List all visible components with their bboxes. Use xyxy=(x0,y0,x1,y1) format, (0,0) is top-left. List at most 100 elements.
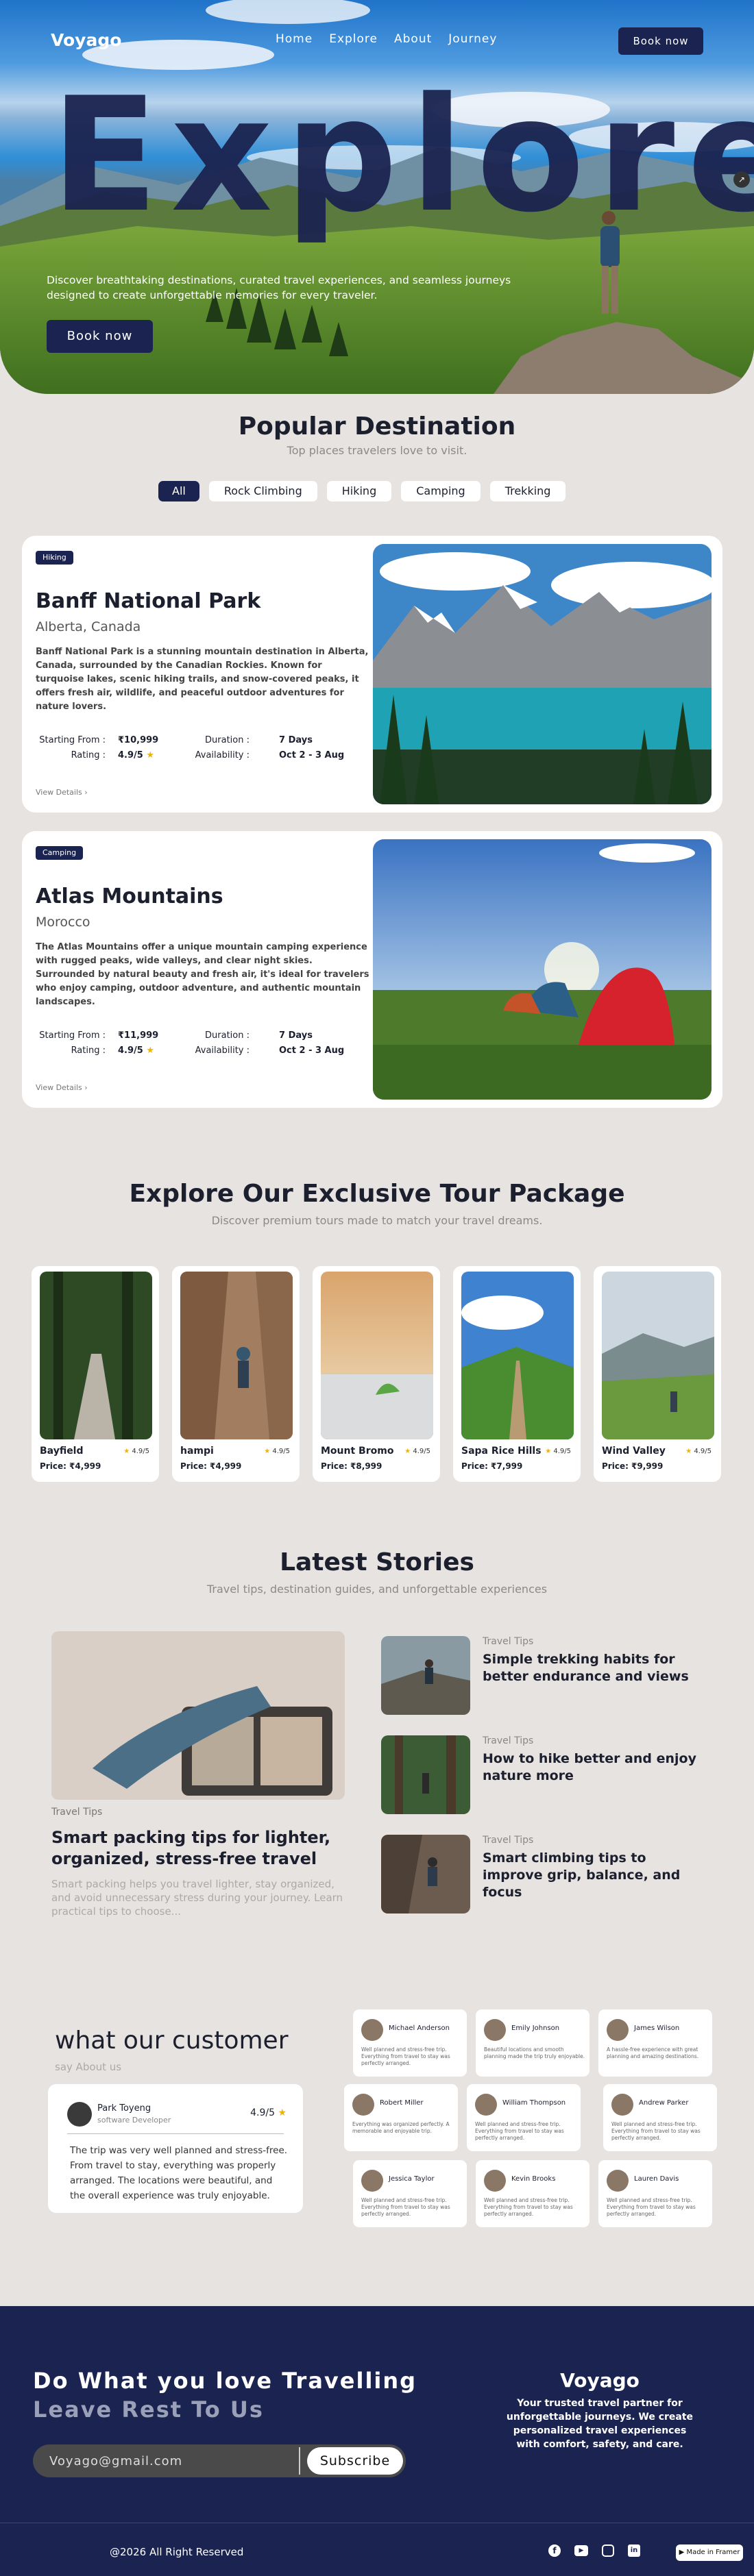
availability-value: Oct 2 - 3 Aug xyxy=(279,1045,345,1056)
forest-hike-photo xyxy=(381,1735,470,1814)
star-icon: ★ xyxy=(146,750,155,760)
avatar xyxy=(67,2102,92,2127)
filter-rock-climbing[interactable]: Rock Climbing xyxy=(208,481,317,501)
email-input[interactable] xyxy=(49,2444,310,2477)
filter-all[interactable]: All xyxy=(158,481,199,501)
testimonial-text: Well planned and stress-free trip. Every… xyxy=(361,2197,450,2217)
story-category: Travel Tips xyxy=(483,1735,534,1746)
footer-subheadline: Leave Rest To Us xyxy=(33,2397,264,2423)
duration-label: Duration : xyxy=(205,735,250,745)
testimonial-card: Robert Miller Everything was organized pe… xyxy=(344,2084,458,2151)
testimonial-text: Well planned and stress-free trip. Every… xyxy=(607,2197,696,2217)
destination-description: Banff National Park is a stunning mounta… xyxy=(36,647,369,712)
testimonial-card: James Wilson A hassle-free experience wit… xyxy=(598,2009,712,2077)
nav-link-about[interactable]: About xyxy=(394,32,432,46)
chevron-right-icon: › xyxy=(84,788,88,797)
youtube-icon[interactable]: ▶ xyxy=(574,2545,588,2556)
testimonial-text: Well planned and stress-free trip. Every… xyxy=(611,2121,701,2141)
tour-rating: ★ 4.9/5 xyxy=(264,1448,290,1455)
nav-link-explore[interactable]: Explore xyxy=(329,32,378,46)
avatar xyxy=(484,2170,506,2192)
tour-card[interactable]: Mount Bromo ★ 4.9/5 Price: ₹8,999 xyxy=(313,1266,440,1482)
availability-label: Availability : xyxy=(195,750,250,760)
story-title[interactable]: Smart packing tips for lighter, organize… xyxy=(51,1827,353,1870)
availability-label: Availability : xyxy=(195,1045,250,1056)
tour-card[interactable]: hampi ★ 4.9/5 Price: ₹4,999 xyxy=(172,1266,300,1482)
tour-name: Sapa Rice Hills xyxy=(461,1446,542,1457)
view-details-link[interactable]: View Details › xyxy=(36,788,88,797)
story-title: Smart climbing tips to improve grip, bal… xyxy=(483,1850,681,1900)
filter-trekking[interactable]: Trekking xyxy=(489,481,566,501)
tour-card[interactable]: Bayfield ★ 4.9/5 Price: ₹4,999 xyxy=(32,1266,159,1482)
tour-rating-value: 4.9/5 xyxy=(272,1448,290,1455)
atlas-photo xyxy=(373,839,712,1100)
testimonials-subtitle: say About us xyxy=(55,2061,122,2073)
testimonials-title: what our customer xyxy=(55,2027,289,2055)
story-item[interactable]: Travel Tips Simple trekking habits for b… xyxy=(381,1636,696,1715)
banff-photo xyxy=(373,544,712,804)
footer-headline: Do What you love Travelling xyxy=(33,2368,417,2394)
star-icon: ★ xyxy=(404,1448,411,1455)
star-icon: ★ xyxy=(146,1045,155,1056)
destination-description: The Atlas Mountains offer a unique mount… xyxy=(36,942,369,1007)
nav-book-button[interactable]: Book now xyxy=(618,27,703,55)
testimonial-card: Emily Johnson Beautiful locations and smo… xyxy=(476,2009,589,2077)
avatar xyxy=(611,2094,633,2116)
story-excerpt: Smart packing helps you travel lighter, … xyxy=(51,1878,343,1918)
hero-book-button[interactable]: Book now xyxy=(47,320,153,353)
destination-location: Morocco xyxy=(36,915,90,930)
tour-price: Price: ₹9,999 xyxy=(602,1461,664,1471)
arrow-icon[interactable]: ↗ xyxy=(733,171,750,188)
logo[interactable]: Voyago xyxy=(51,30,121,50)
hero-section: Voyago Home Explore About Journey Book n… xyxy=(0,0,754,394)
linkedin-icon[interactable]: in xyxy=(628,2544,640,2557)
tour-card[interactable]: Wind Valley ★ 4.9/5 Price: ₹9,999 xyxy=(594,1266,721,1482)
avatar xyxy=(607,2170,629,2192)
featured-testimonial: Park Toyeng software Developer 4.9/5 ★ T… xyxy=(48,2084,303,2213)
story-item[interactable]: Travel Tips How to hike better and enjoy… xyxy=(381,1735,696,1814)
tour-rating: ★ 4.9/5 xyxy=(685,1448,712,1455)
featured-testimonial-text: The trip was very well planned and stres… xyxy=(70,2145,288,2201)
tour-rating-value: 4.9/5 xyxy=(132,1448,149,1455)
reviewer-name: Robert Miller xyxy=(380,2099,424,2107)
filter-camping[interactable]: Camping xyxy=(401,481,481,501)
destination-card[interactable]: Hiking Banff National Park Alberta, Cana… xyxy=(22,536,722,813)
reviewer-name: Jessica Taylor xyxy=(389,2175,435,2183)
story-item[interactable]: Travel Tips Smart climbing tips to impro… xyxy=(381,1835,696,1914)
instagram-icon[interactable] xyxy=(602,2544,614,2557)
popular-subtitle: Top places travelers love to visit. xyxy=(287,444,467,457)
destination-name: Atlas Mountains xyxy=(36,884,223,908)
climbing-photo xyxy=(381,1835,470,1914)
tour-card[interactable]: Sapa Rice Hills ★ 4.9/5 Price: ₹7,999 xyxy=(453,1266,581,1482)
nav-link-journey[interactable]: Journey xyxy=(448,32,497,46)
filter-hiking[interactable]: Hiking xyxy=(326,481,392,501)
facebook-icon[interactable]: f xyxy=(548,2544,561,2557)
copyright: @2026 All Right Reserved xyxy=(110,2546,244,2558)
hero-description: Discover breathtaking destinations, cura… xyxy=(47,274,511,301)
category-tag: Hiking xyxy=(36,551,73,565)
made-in-framer-badge[interactable]: ▶ Made in Framer xyxy=(676,2544,743,2561)
testimonial-text: Well planned and stress-free trip. Every… xyxy=(484,2197,573,2217)
tour-name: Mount Bromo xyxy=(321,1446,394,1457)
sapa-rice-hills-photo xyxy=(461,1272,574,1439)
testimonial-text: Well planned and stress-free trip. Every… xyxy=(475,2121,564,2141)
story-category: Travel Tips xyxy=(483,1636,534,1647)
badge-label: Made in Framer xyxy=(686,2549,740,2556)
hero-title: Explore xyxy=(51,64,754,247)
testimonial-card: Kevin Brooks Well planned and stress-free… xyxy=(476,2160,589,2227)
packing-photo[interactable] xyxy=(51,1631,345,1800)
testimonial-card: Michael Anderson Well planned and stress-… xyxy=(353,2009,467,2077)
destination-card[interactable]: Camping Atlas Mountains Morocco The Atla… xyxy=(22,831,722,1108)
tours-title: Explore Our Exclusive Tour Package xyxy=(129,1180,625,1208)
nav-link-home[interactable]: Home xyxy=(276,32,313,46)
popular-title: Popular Destination xyxy=(238,412,516,441)
duration-label: Duration : xyxy=(205,1030,250,1041)
reviewer-name: William Thompson xyxy=(502,2099,566,2107)
testimonial-card: Andrew Parker Well planned and stress-fre… xyxy=(603,2084,717,2151)
story-category: Travel Tips xyxy=(51,1807,103,1818)
subscribe-button[interactable]: Subscribe xyxy=(307,2447,403,2475)
chevron-right-icon: › xyxy=(84,1083,88,1092)
reviewer-name: Park Toyeng xyxy=(97,2103,151,2114)
view-details-link[interactable]: View Details › xyxy=(36,1083,88,1092)
mount-bromo-photo xyxy=(321,1272,433,1439)
